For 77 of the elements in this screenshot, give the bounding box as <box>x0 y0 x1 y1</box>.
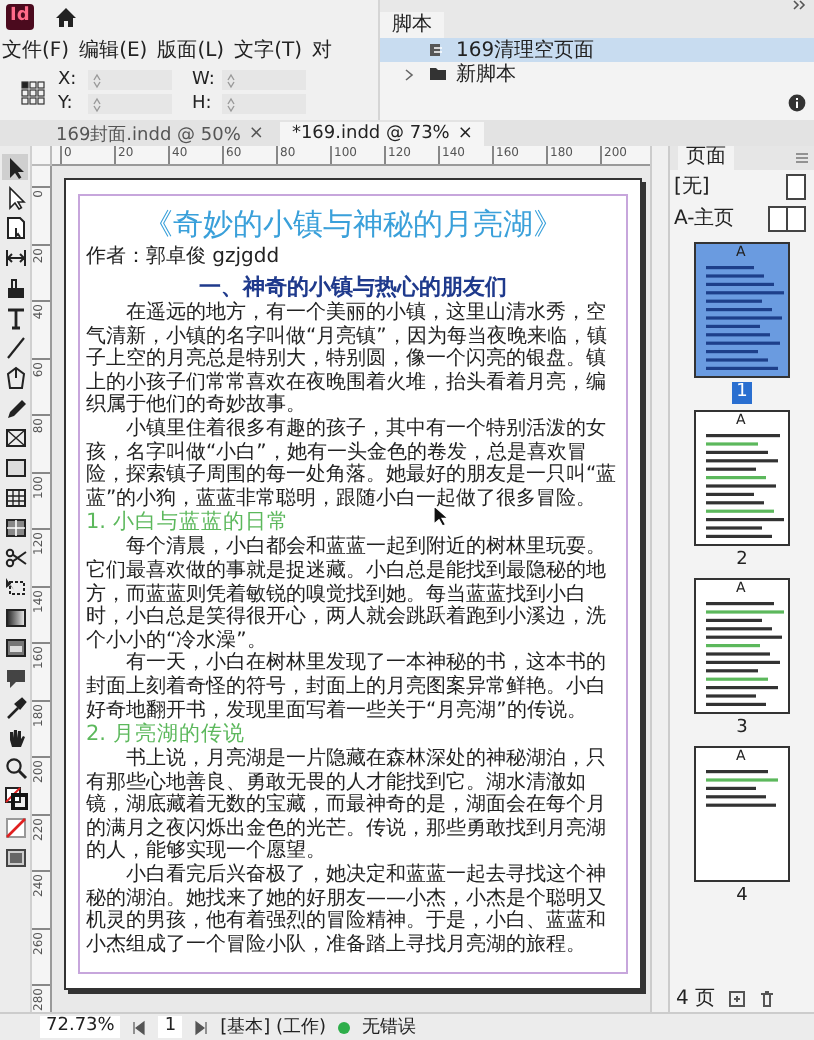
number-field[interactable] <box>222 94 306 114</box>
menu-item[interactable]: 版面(L) <box>157 35 225 63</box>
field-label: Y: <box>58 94 75 114</box>
tool-button[interactable] <box>2 424 28 450</box>
script-icon <box>428 40 448 60</box>
master-page-item[interactable]: A-主页 <box>674 204 735 232</box>
menu-item[interactable]: 对 <box>311 35 332 63</box>
page-icon <box>786 173 806 199</box>
collapse-icon[interactable] <box>792 0 806 10</box>
document-tab[interactable]: 169封面.indd @ 50% × <box>44 122 276 146</box>
tool-button[interactable] <box>2 784 28 810</box>
page-number: 4 <box>734 886 750 908</box>
menu-item[interactable]: 编辑(E) <box>79 35 148 63</box>
menu-item[interactable]: 文件(F) <box>2 35 70 63</box>
home-icon[interactable] <box>53 6 78 28</box>
tool-button[interactable] <box>2 754 28 780</box>
tool-button[interactable] <box>2 394 28 420</box>
subsection-heading: 1. 小白与蓝蓝的日常 <box>86 510 289 535</box>
zoom-field[interactable]: 72.73% <box>40 1016 121 1038</box>
panel-tab[interactable]: 脚本 <box>380 12 444 38</box>
last-page-icon[interactable] <box>194 1019 209 1035</box>
field-label: X: <box>58 70 79 90</box>
author-line: 作者：郭卓俊 gzjgdd <box>86 246 282 270</box>
tool-button[interactable] <box>2 274 28 300</box>
tool-button[interactable] <box>2 454 28 480</box>
number-field[interactable] <box>88 94 172 114</box>
new-page-icon[interactable] <box>727 989 746 1007</box>
body-paragraph: 有一天，小白在树林里发现了一本神秘的书，这本书的封面上刻着奇怪的符号，封面上的月亮图案异常鲜艳。小白好奇地翻开书，发现里面写着一些关于“月亮湖”的传说。 <box>86 652 608 722</box>
body-paragraph: 小镇里住着很多有趣的孩子，其中有一个特别活泼的女孩，名字叫做“小白”，她有一头金色的卷发，总是喜欢冒险，探索镇子周围的每一处角落。她最好的朋友是一只叫“蓝蓝”的小狗，蓝蓝非常聪明，跟随小白一起做了很多冒险。 <box>86 417 619 510</box>
master-page-item[interactable]: [无] <box>674 172 710 200</box>
body-paragraph: 在遥远的地方，有一个美丽的小镇，这里山清水秀，空气清新，小镇的名字叫做“月亮镇”，因为每当夜晚来临，镇子上空的月亮总是特别大，特别圆，像一个闪亮的银盘。镇上的小孩子们常常喜欢在夜晚围着火堆，抬头看着月亮，编织属于他们的奇妙故事。 <box>86 302 609 417</box>
tool-button[interactable] <box>2 364 28 390</box>
page-number: 3 <box>734 718 750 740</box>
cursor-icon <box>432 504 450 528</box>
field-label: H: <box>192 94 214 114</box>
tool-button[interactable] <box>2 604 28 630</box>
style-dropdown[interactable]: [基本] (工作) <box>220 1014 326 1040</box>
close-button[interactable]: × <box>457 124 473 144</box>
page-number: 2 <box>734 550 750 572</box>
panel-tab[interactable]: 页面 <box>678 146 734 170</box>
app-logo: Id <box>6 4 34 30</box>
field-label: W: <box>192 70 216 90</box>
reference-point-icon[interactable] <box>20 79 46 105</box>
number-field[interactable] <box>88 70 172 90</box>
tool-button[interactable] <box>2 844 28 870</box>
subsection-heading: 2. 月亮湖的传说 <box>86 722 245 747</box>
body-paragraph: 小白看完后兴奋极了，她决定和蓝蓝一起去寻找这个神秘的湖泊。她找来了她的好朋友——小杰，小杰是个聪明又机灵的男孩，他有着强烈的冒险精神。于是，小白、蓝蓝和小杰组成了一个冒险小队，准备踏上寻找月亮湖的旅程。 <box>86 864 608 957</box>
page-number: 1 <box>732 382 752 404</box>
page-field[interactable]: 1 <box>158 1016 183 1038</box>
section-heading: 一、神奇的小镇与热心的朋友们 <box>197 272 509 301</box>
menu-item[interactable]: 文字(T) <box>234 35 302 63</box>
tool-button[interactable] <box>2 334 28 360</box>
script-item[interactable]: 169清理空页面 <box>380 38 814 62</box>
tool-button[interactable] <box>2 304 28 330</box>
tool-button[interactable] <box>2 544 28 570</box>
document-title: 《奇妙的小镇与神秘的月亮湖》 <box>141 204 565 245</box>
tool-button[interactable] <box>2 574 28 600</box>
page-count: 4 页 <box>676 986 716 1012</box>
tool-button[interactable] <box>2 484 28 510</box>
document-tab[interactable]: *169.indd @ 73% × <box>279 122 485 146</box>
tool-button[interactable] <box>2 664 28 690</box>
tool-button[interactable] <box>2 214 28 240</box>
first-page-icon[interactable] <box>132 1019 147 1035</box>
tool-button[interactable] <box>2 514 28 540</box>
body-paragraph: 书上说，月亮湖是一片隐藏在森林深处的神秘湖泊，只有那些心地善良、勇敢无畏的人才能找到它。湖水清澈如镜，湖底藏着无数的宝藏，而最神奇的是，湖面会在每个月的满月之夜闪烁出金色的光芒。传说，那些勇敢找到月亮湖的人，能够实现一个愿望。 <box>86 748 608 863</box>
number-field[interactable] <box>222 70 306 90</box>
tool-button[interactable] <box>2 634 28 660</box>
tool-button[interactable] <box>2 154 28 180</box>
script-item[interactable]: 新脚本 <box>380 62 814 86</box>
tool-button[interactable] <box>2 694 28 720</box>
page-icon <box>768 205 806 231</box>
tool-button[interactable] <box>2 244 28 270</box>
trash-icon[interactable] <box>757 989 776 1007</box>
info-icon[interactable] <box>788 94 806 112</box>
preflight-status[interactable]: 无错误 <box>361 1014 416 1040</box>
body-paragraph: 每个清晨，小白都会和蓝蓝一起到附近的树林里玩耍。它们最喜欢做的事就是捉迷藏。小白总是能找到最隐秘的地方，而蓝蓝则凭着敏锐的嗅觉找到她。每当蓝蓝找到小白时，小白总是笑得很开心，两人就会跳跃着跑到小溪边，洗个小小的“冷水澡”。 <box>86 536 608 652</box>
close-button[interactable]: × <box>248 124 264 144</box>
